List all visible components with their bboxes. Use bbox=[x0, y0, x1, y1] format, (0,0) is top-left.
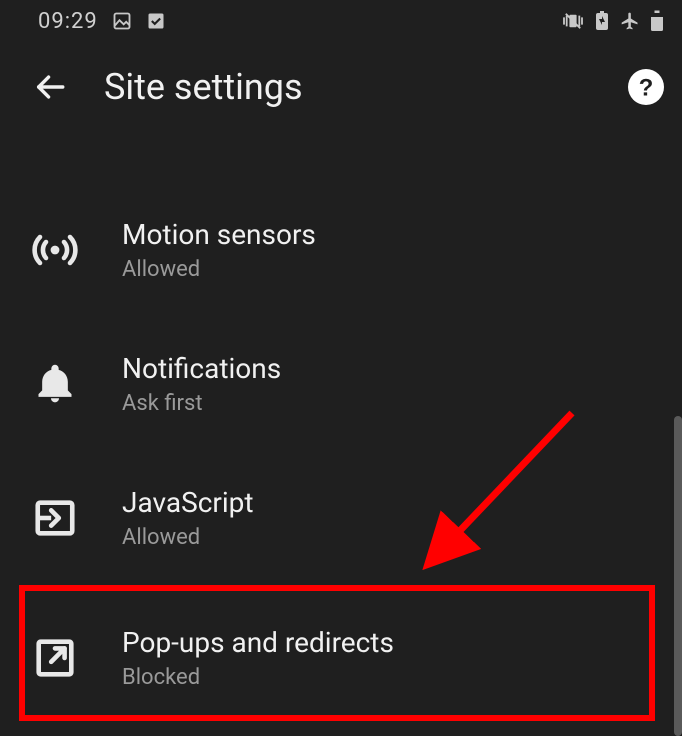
setting-notifications[interactable]: Notifications Ask first bbox=[0, 310, 682, 458]
battery-icon bbox=[650, 10, 664, 32]
item-status: Ask first bbox=[122, 391, 281, 416]
item-title: Motion sensors bbox=[122, 218, 316, 251]
item-text: Motion sensors Allowed bbox=[122, 218, 316, 282]
javascript-icon bbox=[28, 491, 82, 545]
status-right bbox=[562, 10, 664, 32]
item-status: Allowed bbox=[122, 525, 254, 550]
svg-text:?: ? bbox=[639, 74, 654, 101]
arrow-left-icon bbox=[33, 70, 67, 104]
item-title: Pop-ups and redirects bbox=[122, 626, 394, 659]
help-icon: ? bbox=[628, 69, 664, 105]
image-icon bbox=[112, 11, 132, 31]
item-status: Allowed bbox=[122, 257, 316, 282]
item-title: Notifications bbox=[122, 352, 281, 385]
item-text: Notifications Ask first bbox=[122, 352, 281, 416]
motion-sensors-icon bbox=[28, 223, 82, 277]
vibrate-off-icon bbox=[562, 12, 584, 30]
notifications-icon bbox=[28, 357, 82, 411]
airplane-icon bbox=[620, 11, 640, 31]
status-bar: 09:29 bbox=[0, 0, 682, 42]
page-title: Site settings bbox=[104, 66, 594, 108]
item-text: Pop-ups and redirects Blocked bbox=[122, 626, 394, 690]
status-time: 09:29 bbox=[38, 9, 98, 34]
item-status: Blocked bbox=[122, 665, 394, 690]
back-button[interactable] bbox=[30, 67, 70, 107]
settings-list: Motion sensors Allowed Notifications Ask… bbox=[0, 132, 682, 718]
setting-motion-sensors[interactable]: Motion sensors Allowed bbox=[0, 190, 682, 310]
setting-javascript[interactable]: JavaScript Allowed bbox=[0, 458, 682, 578]
checkbox-icon bbox=[146, 11, 166, 31]
status-left: 09:29 bbox=[38, 9, 166, 34]
help-button[interactable]: ? bbox=[628, 69, 664, 105]
popup-icon bbox=[28, 631, 82, 685]
item-text: JavaScript Allowed bbox=[122, 486, 254, 550]
scroll-indicator[interactable] bbox=[674, 416, 682, 736]
setting-popups-redirects[interactable]: Pop-ups and redirects Blocked bbox=[0, 578, 682, 718]
header: Site settings ? bbox=[0, 42, 682, 132]
item-title: JavaScript bbox=[122, 486, 254, 519]
battery-saver-icon bbox=[594, 11, 610, 31]
